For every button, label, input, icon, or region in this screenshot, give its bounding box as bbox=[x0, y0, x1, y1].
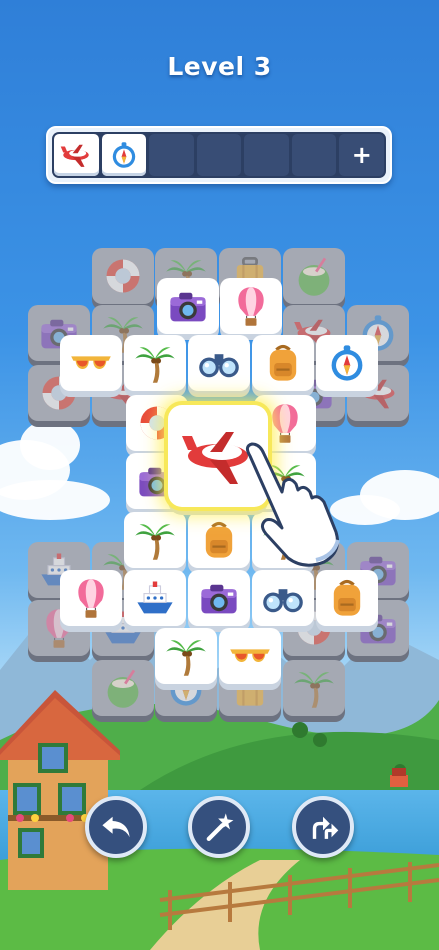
tray-slot-airplane bbox=[54, 134, 99, 176]
tile-balloon[interactable] bbox=[220, 278, 282, 340]
tray-slot-empty bbox=[149, 134, 194, 176]
palm-tree-icon bbox=[292, 666, 336, 710]
tile-balloon[interactable] bbox=[60, 570, 122, 632]
tile-life-ring bbox=[92, 248, 154, 310]
coconut-icon bbox=[101, 666, 145, 710]
tile-sunglasses[interactable] bbox=[219, 628, 281, 690]
ship-icon bbox=[133, 576, 177, 620]
compass-icon bbox=[325, 341, 369, 385]
palm-tree-icon bbox=[133, 341, 177, 385]
backpack-icon bbox=[325, 576, 369, 620]
tile-camera[interactable] bbox=[188, 570, 250, 632]
tile-compass[interactable] bbox=[316, 335, 378, 397]
cloud bbox=[0, 480, 110, 520]
magic-wand-icon bbox=[206, 813, 234, 842]
backpack-icon bbox=[197, 518, 241, 562]
balloon-icon bbox=[229, 284, 273, 328]
tile-coconut bbox=[92, 660, 154, 722]
tray-slot-empty bbox=[244, 134, 289, 176]
magic-button[interactable] bbox=[188, 796, 250, 858]
balloon-icon bbox=[69, 576, 113, 620]
palm-tree-icon bbox=[133, 518, 177, 562]
tray-slot-compass bbox=[101, 134, 147, 176]
tray-slot-empty bbox=[196, 134, 242, 176]
backpack-icon bbox=[261, 341, 305, 385]
coconut-icon bbox=[292, 254, 336, 298]
tile-coconut bbox=[283, 248, 345, 310]
balloon-icon bbox=[263, 401, 307, 445]
tile-backpack[interactable] bbox=[316, 570, 378, 632]
tile-palm-tree[interactable] bbox=[124, 335, 186, 397]
undo-icon bbox=[102, 816, 130, 838]
tile-palm-tree[interactable] bbox=[155, 628, 217, 690]
binoculars-icon bbox=[197, 341, 241, 385]
tile-camera[interactable] bbox=[157, 278, 219, 340]
collection-tray: + bbox=[46, 126, 392, 184]
tile-sunglasses[interactable] bbox=[60, 335, 122, 397]
tile-palm-tree[interactable] bbox=[124, 512, 186, 574]
camera-icon bbox=[166, 284, 210, 328]
cloud bbox=[20, 420, 80, 470]
camera-icon bbox=[197, 576, 241, 620]
tile-binoculars[interactable] bbox=[252, 570, 314, 632]
life-ring-icon bbox=[101, 254, 145, 298]
palm-tree-icon bbox=[164, 634, 208, 678]
tile-palm-tree bbox=[283, 660, 345, 722]
sunglasses-icon bbox=[69, 341, 113, 385]
add-slot-button[interactable]: + bbox=[339, 134, 385, 176]
binoculars-icon bbox=[261, 576, 305, 620]
undo-button[interactable] bbox=[85, 796, 147, 858]
compass-icon bbox=[112, 142, 136, 168]
airplane-icon bbox=[60, 144, 90, 167]
tile-ship[interactable] bbox=[124, 570, 186, 632]
tile-backpack[interactable] bbox=[252, 335, 314, 397]
shuffle-button[interactable] bbox=[292, 796, 354, 858]
shuffle-icon bbox=[312, 816, 339, 839]
sunglasses-icon bbox=[228, 634, 272, 678]
tile-binoculars[interactable] bbox=[188, 335, 250, 397]
tutorial-hand-pointer-icon bbox=[245, 442, 340, 567]
level-title: Level 3 bbox=[167, 52, 272, 81]
tray-slot-empty bbox=[291, 134, 337, 176]
